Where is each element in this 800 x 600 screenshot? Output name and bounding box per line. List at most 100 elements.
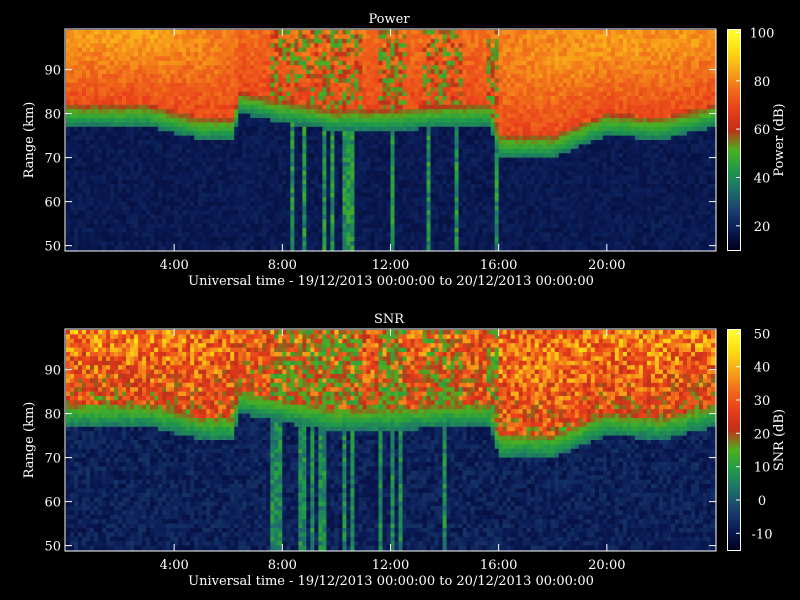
heatmap-cell: [198, 69, 203, 75]
heatmap-cell: [178, 232, 183, 238]
heatmap-cell: [286, 223, 291, 229]
heatmap-cell: [90, 96, 95, 101]
heatmap-cell: [226, 135, 231, 141]
heatmap-cell: [182, 184, 187, 189]
heatmap-cell: [74, 113, 79, 119]
heatmap-cell: [106, 232, 111, 238]
heatmap-cell: [74, 214, 79, 220]
heatmap-cell: [94, 126, 99, 132]
heatmap-cell: [338, 109, 344, 115]
heatmap-cell: [186, 175, 191, 181]
heatmap-cell: [354, 188, 360, 194]
heatmap-cell: [162, 192, 167, 198]
heatmap-cell: [190, 74, 195, 79]
heatmap-cell: [158, 241, 163, 247]
heatmap-cell: [318, 87, 323, 93]
heatmap-cell: [398, 184, 404, 189]
heatmap-cell: [394, 162, 400, 167]
heatmap-cell: [98, 109, 103, 115]
heatmap-cell: [138, 96, 143, 101]
heatmap-cell: [458, 43, 464, 49]
heatmap-cell: [82, 140, 87, 145]
heatmap-cell: [210, 122, 215, 128]
heatmap-cell: [206, 38, 211, 44]
heatmap-cell: [458, 184, 464, 189]
heatmap-cell: [94, 96, 99, 101]
heatmap-cell: [154, 219, 159, 225]
heatmap-cell: [462, 140, 468, 145]
heatmap-cell: [454, 131, 460, 137]
heatmap-cell: [70, 56, 75, 62]
heatmap-cell: [362, 65, 368, 71]
heatmap-cell: [90, 135, 95, 141]
heatmap-cell: [74, 82, 79, 88]
heatmap-cell: [74, 188, 79, 194]
heatmap-cell: [214, 214, 219, 220]
heatmap-cell: [414, 201, 420, 207]
heatmap-cell: [242, 65, 247, 71]
heatmap-cell: [354, 60, 360, 66]
heatmap-cell: [458, 56, 464, 62]
heatmap-cell: [262, 192, 267, 198]
heatmap-cell: [270, 52, 275, 57]
heatmap-cell: [98, 100, 103, 106]
heatmap-cell: [94, 157, 99, 163]
heatmap-cell: [402, 210, 408, 216]
heatmap-cell: [458, 219, 464, 225]
heatmap-cell: [222, 60, 227, 66]
heatmap-cell: [358, 148, 364, 154]
heatmap-cell: [274, 157, 279, 163]
heatmap-cell: [170, 43, 175, 49]
heatmap-cell: [298, 47, 303, 53]
heatmap-cell: [222, 122, 227, 128]
heatmap-cell: [138, 122, 143, 128]
heatmap-cell: [178, 184, 183, 189]
heatmap-cell: [330, 153, 336, 159]
heatmap-cell: [406, 219, 412, 225]
heatmap-cell: [134, 210, 139, 216]
heatmap-cell: [138, 197, 143, 203]
heatmap-cell: [378, 118, 384, 123]
heatmap-cell: [430, 131, 436, 137]
heatmap-cell: [82, 192, 87, 198]
heatmap-cell: [430, 175, 436, 181]
heatmap-cell: [458, 118, 464, 123]
heatmap-cell: [314, 219, 319, 225]
heatmap-cell: [278, 69, 283, 75]
heatmap-cell: [150, 69, 155, 75]
heatmap-cell: [118, 109, 123, 115]
heatmap-cell: [422, 82, 428, 88]
heatmap-cell: [270, 214, 275, 220]
heatmap-cell: [74, 34, 79, 40]
heatmap-cell: [442, 210, 448, 216]
heatmap-cell: [294, 82, 299, 88]
heatmap-cell: [446, 109, 452, 115]
heatmap-cell: [366, 113, 372, 119]
heatmap-cell: [382, 140, 388, 145]
heatmap-cell: [110, 131, 115, 137]
heatmap-cell: [442, 170, 448, 176]
heatmap-cell: [286, 219, 291, 225]
heatmap-cell: [434, 109, 440, 115]
heatmap-cell: [246, 192, 251, 198]
heatmap-cell: [406, 166, 412, 172]
heatmap-cell: [314, 126, 319, 132]
heatmap-cell: [74, 87, 79, 93]
heatmap-cell: [210, 100, 215, 106]
heatmap-cell: [374, 74, 380, 79]
heatmap-cell: [194, 60, 199, 66]
heatmap-cell: [410, 197, 416, 203]
heatmap-cell: [418, 197, 424, 203]
heatmap-cell: [378, 232, 384, 238]
heatmap-cell: [170, 47, 175, 53]
heatmap-cell: [190, 188, 195, 194]
heatmap-cell: [454, 232, 460, 238]
heatmap-cell: [178, 148, 183, 154]
heatmap-cell: [114, 87, 119, 93]
heatmap-cell: [282, 122, 287, 128]
heatmap-cell: [102, 82, 107, 88]
heatmap-cell: [234, 91, 239, 97]
heatmap-cell: [458, 38, 464, 44]
heatmap-cell: [246, 214, 251, 220]
heatmap-cell: [126, 43, 131, 49]
